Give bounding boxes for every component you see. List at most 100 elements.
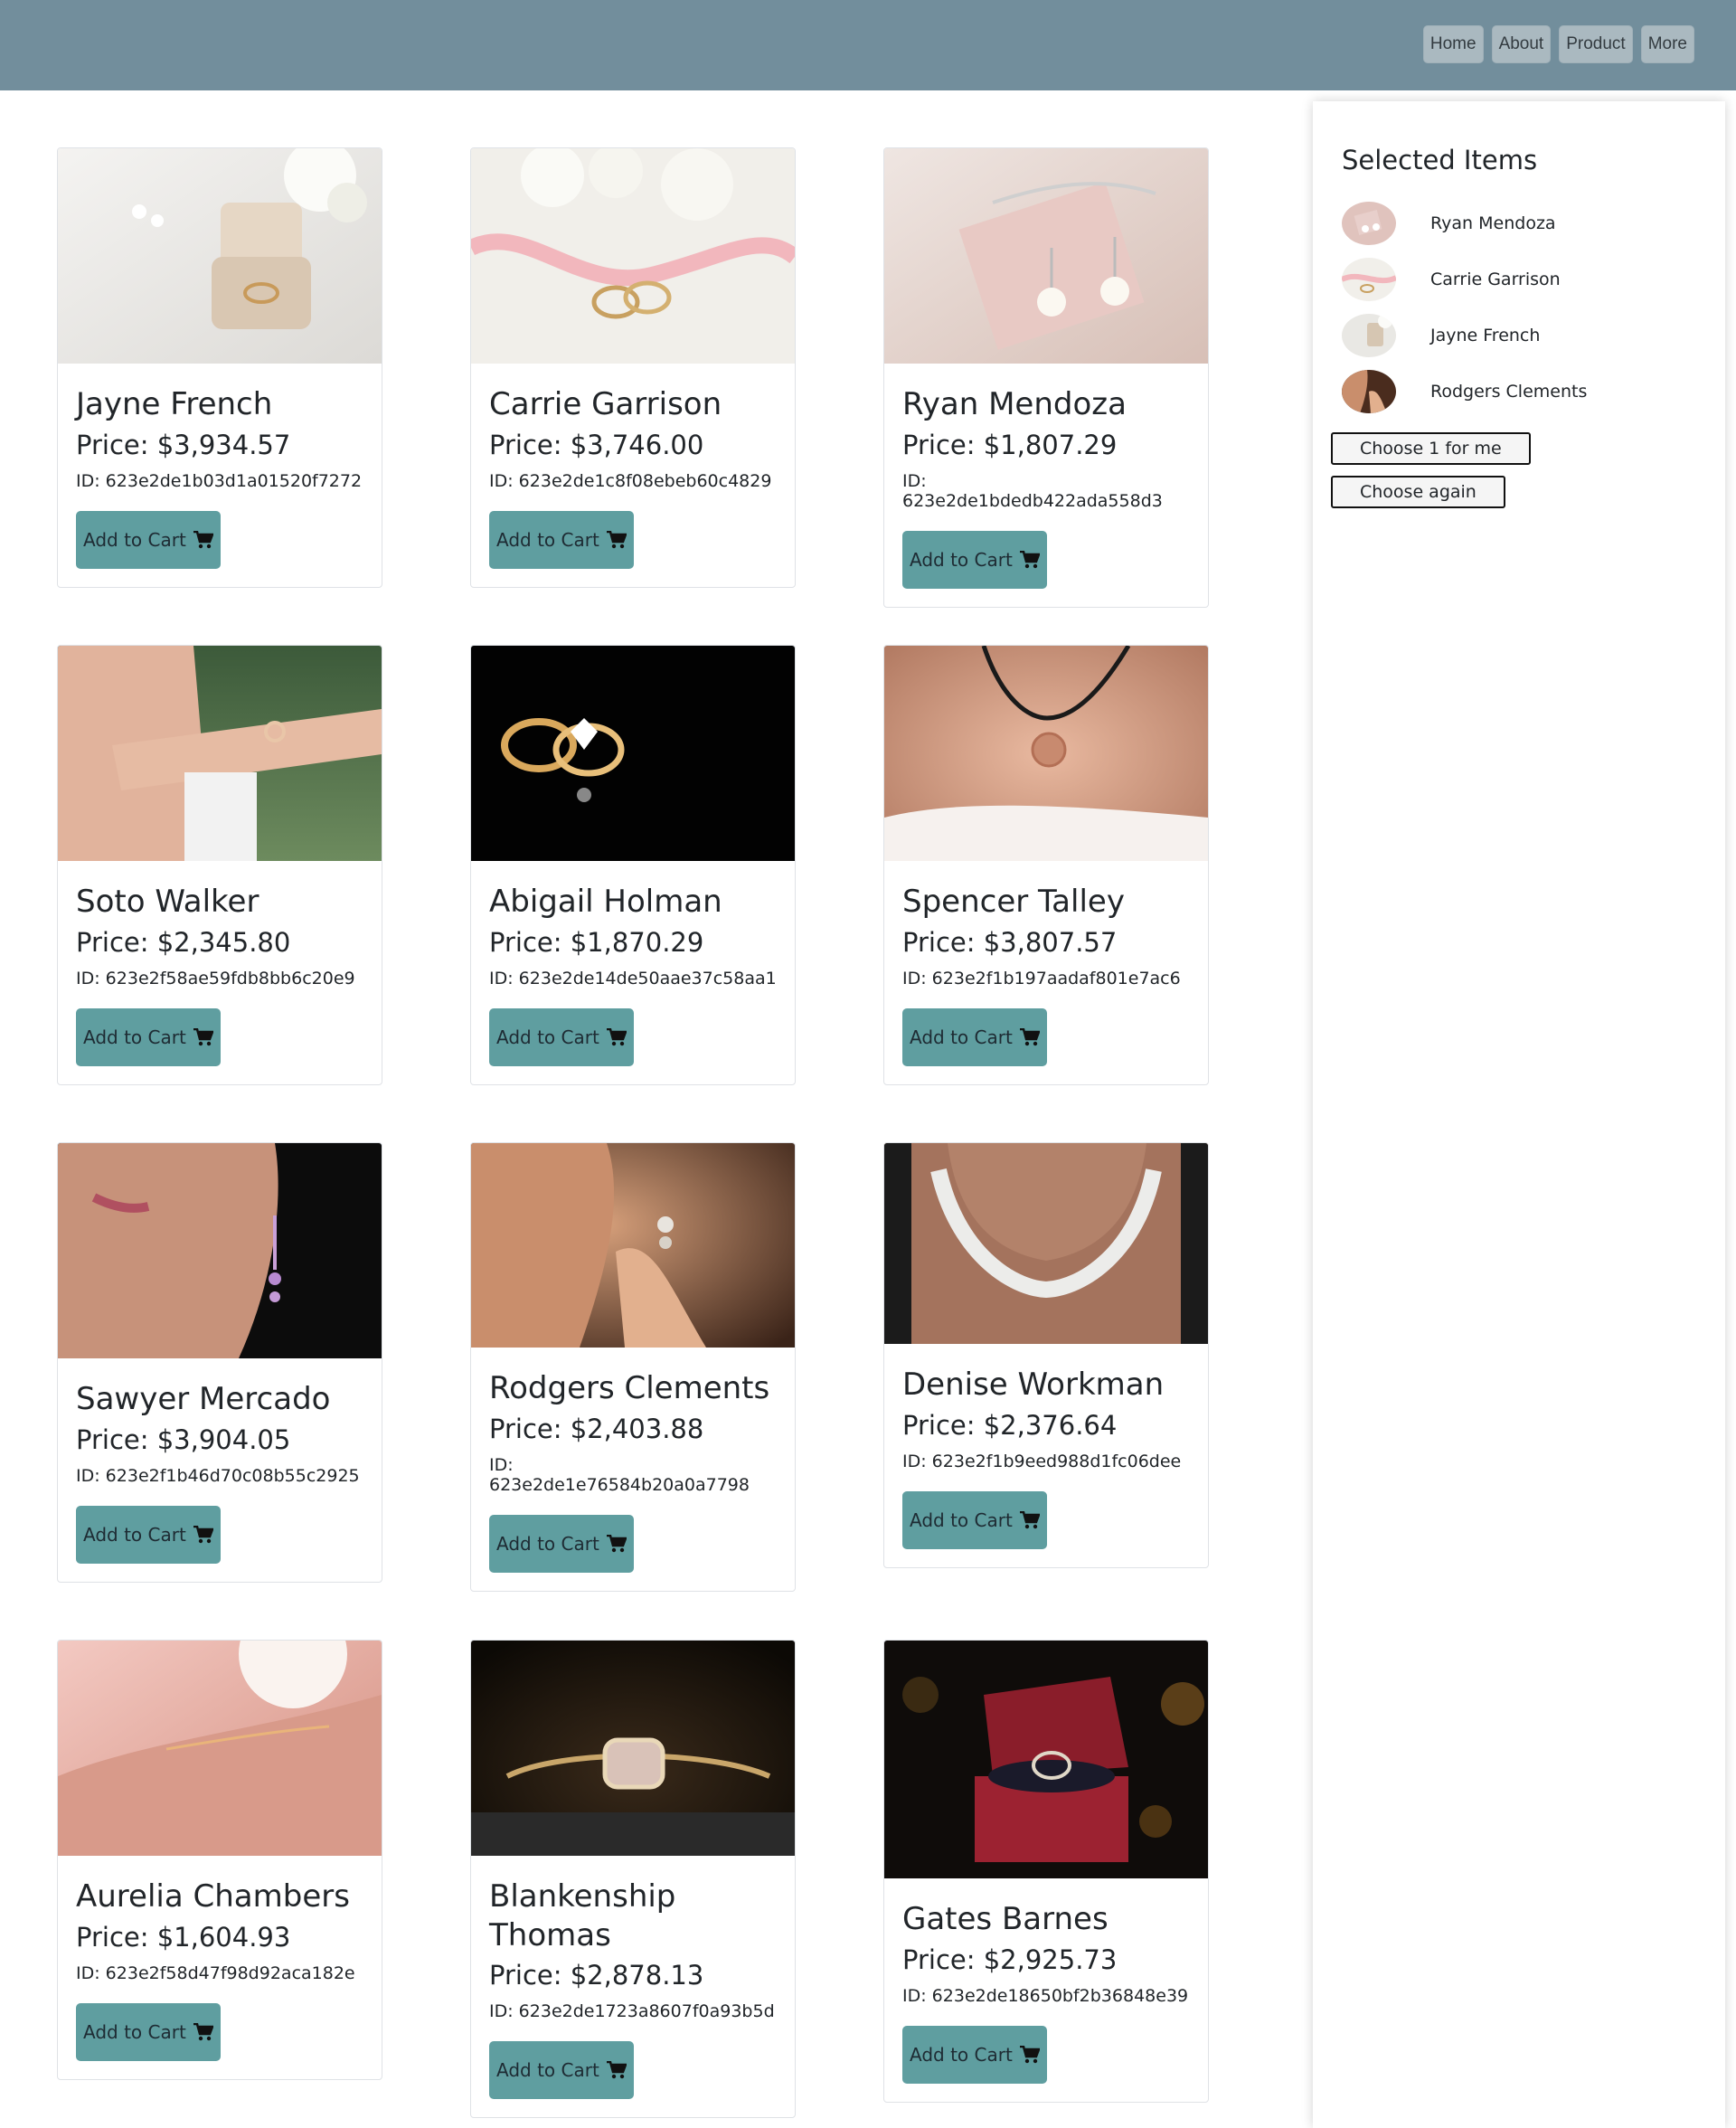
product-card: Aurelia Chambers Price: $1,604.93 ID: 62… [57,1640,382,2080]
selected-items-list: Ryan Mendoza Carrie Garrison Jayne Frenc… [1342,195,1587,420]
product-card: Abigail Holman Price: $1,870.29 ID: 623e… [470,645,796,1085]
cart-icon [1019,1510,1040,1528]
product-id: ID: 623e2de14de50aae37c58aa1 [489,968,777,988]
cart-icon [193,530,213,548]
add-to-cart-button[interactable]: Add to Cart [902,1490,1047,1549]
product-name: Gates Barnes [902,1901,1109,1937]
selected-item[interactable]: Carrie Garrison [1342,251,1587,307]
add-to-cart-label: Add to Cart [83,528,186,551]
top-navbar: Home About Product More [0,0,1736,90]
add-to-cart-label: Add to Cart [910,1026,1013,1048]
add-to-cart-label: Add to Cart [83,1026,186,1048]
product-price: Price: $2,345.80 [76,926,291,958]
selected-item[interactable]: Jayne French [1342,307,1587,364]
selected-item-thumbnail [1342,258,1396,301]
add-to-cart-label: Add to Cart [496,2059,599,2081]
choose-one-for-me-button[interactable]: Choose 1 for me [1331,432,1531,465]
selected-items-sidebar: Selected Items Ryan Mendoza Carrie Garri… [1313,101,1725,2128]
product-price: Price: $1,870.29 [489,926,704,958]
add-to-cart-button[interactable]: Add to Cart [76,1007,221,1066]
product-card: Rodgers Clements Price: $2,403.88 ID: 62… [470,1142,796,1592]
nav-about-button[interactable]: About [1491,25,1552,63]
product-price: Price: $3,746.00 [489,429,704,460]
add-to-cart-button[interactable]: Add to Cart [76,1505,221,1564]
sidebar-title: Selected Items [1342,145,1538,175]
product-id: ID: 623e2de1bdedb422ada558d3 [902,470,1163,511]
add-to-cart-label: Add to Cart [496,1532,599,1555]
product-id: ID: 623e2f1b197aadaf801e7ac6 [902,968,1181,988]
product-price: Price: $2,878.13 [489,1960,704,1991]
choose-again-button[interactable]: Choose again [1331,476,1505,508]
product-id: ID: 623e2f1b9eed988d1fc06dee [902,1451,1182,1471]
selected-item[interactable]: Ryan Mendoza [1342,195,1587,251]
cart-icon [193,1027,213,1045]
cart-icon [606,2061,627,2079]
product-name: Aurelia Chambers [76,1878,350,1915]
product-price: Price: $3,807.57 [902,926,1118,958]
product-id: ID: 623e2de1c8f08ebeb60c4829 [489,470,772,491]
add-to-cart-label: Add to Cart [496,1026,599,1048]
product-id: ID: 623e2de1e76584b20a0a7798 [489,1454,750,1495]
cart-icon [193,1525,213,1543]
cart-icon [606,1534,627,1552]
product-card: Sawyer Mercado Price: $3,904.05 ID: 623e… [57,1142,382,1583]
add-to-cart-button[interactable]: Add to Cart [902,530,1047,589]
product-name: Denise Workman [902,1367,1165,1403]
selected-item-name: Ryan Mendoza [1430,213,1556,233]
product-card: Spencer Talley Price: $3,807.57 ID: 623e… [883,645,1209,1085]
add-to-cart-button[interactable]: Add to Cart [76,510,221,569]
add-to-cart-label: Add to Cart [496,528,599,551]
add-to-cart-label: Add to Cart [910,2043,1013,2066]
add-to-cart-button[interactable]: Add to Cart [489,2041,634,2099]
product-price: Price: $1,604.93 [76,1921,291,1953]
selected-item-thumbnail [1342,202,1396,245]
product-name: Ryan Mendoza [902,386,1127,422]
add-to-cart-label: Add to Cart [910,1509,1013,1531]
add-to-cart-button[interactable]: Add to Cart [489,1514,634,1573]
nav-home-button[interactable]: Home [1422,25,1484,63]
add-to-cart-button[interactable]: Add to Cart [902,1007,1047,1066]
product-image-pearl-earrings [884,148,1208,364]
product-name: Rodgers Clements [489,1370,770,1406]
selected-item-name: Carrie Garrison [1430,270,1561,289]
product-image-hand-jewelry [58,646,382,861]
add-to-cart-button[interactable]: Add to Cart [76,2002,221,2061]
add-to-cart-button[interactable]: Add to Cart [489,510,634,569]
product-image-ring-box [58,148,382,364]
product-id: ID: 623e2de18650bf2b36848e39 [902,1985,1189,2006]
product-name: Spencer Talley [902,884,1125,920]
add-to-cart-label: Add to Cart [83,1523,186,1546]
product-card: Soto Walker Price: $2,345.80 ID: 623e2f5… [57,645,382,1085]
product-price: Price: $3,904.05 [76,1423,291,1455]
product-id: ID: 623e2f58d47f98d92aca182e [76,1962,355,1983]
selected-item[interactable]: Rodgers Clements [1342,364,1587,420]
nav-more-button[interactable]: More [1640,25,1694,63]
product-id: ID: 623e2de1b03d1a01520f7272 [76,470,363,491]
product-image-red-ring-box [884,1641,1208,1878]
add-to-cart-label: Add to Cart [910,548,1013,571]
product-image-diamond-necklace [884,1143,1208,1344]
product-name: Sawyer Mercado [76,1381,331,1417]
product-card: Carrie Garrison Price: $3,746.00 ID: 623… [470,147,796,588]
product-image-bracelet [58,1641,382,1856]
product-name: Abigail Holman [489,884,722,920]
nav-product-button[interactable]: Product [1559,25,1633,63]
product-image-drop-earring [58,1143,382,1358]
product-price: Price: $2,925.73 [902,1944,1118,1975]
product-card: Ryan Mendoza Price: $1,807.29 ID: 623e2d… [883,147,1209,608]
product-price: Price: $3,934.57 [76,429,291,460]
add-to-cart-button[interactable]: Add to Cart [902,2025,1047,2084]
product-image-cushion-ring [471,1641,795,1856]
product-id: ID: 623e2f1b46d70c08b55c2925 [76,1465,360,1486]
product-name: Jayne French [76,386,273,422]
cart-icon [1019,1027,1040,1045]
product-id: ID: 623e2de1723a8607f0a93b5d [489,2001,775,2021]
product-price: Price: $2,376.64 [902,1409,1118,1441]
product-image-wedding-bands [471,148,795,364]
add-to-cart-button[interactable]: Add to Cart [489,1007,634,1066]
product-card: Blankenship Thomas Price: $2,878.13 ID: … [470,1640,796,2118]
selected-item-thumbnail [1342,314,1396,357]
product-card: Gates Barnes Price: $2,925.73 ID: 623e2d… [883,1640,1209,2103]
cart-icon [1019,550,1040,568]
selected-item-name: Rodgers Clements [1430,382,1588,402]
